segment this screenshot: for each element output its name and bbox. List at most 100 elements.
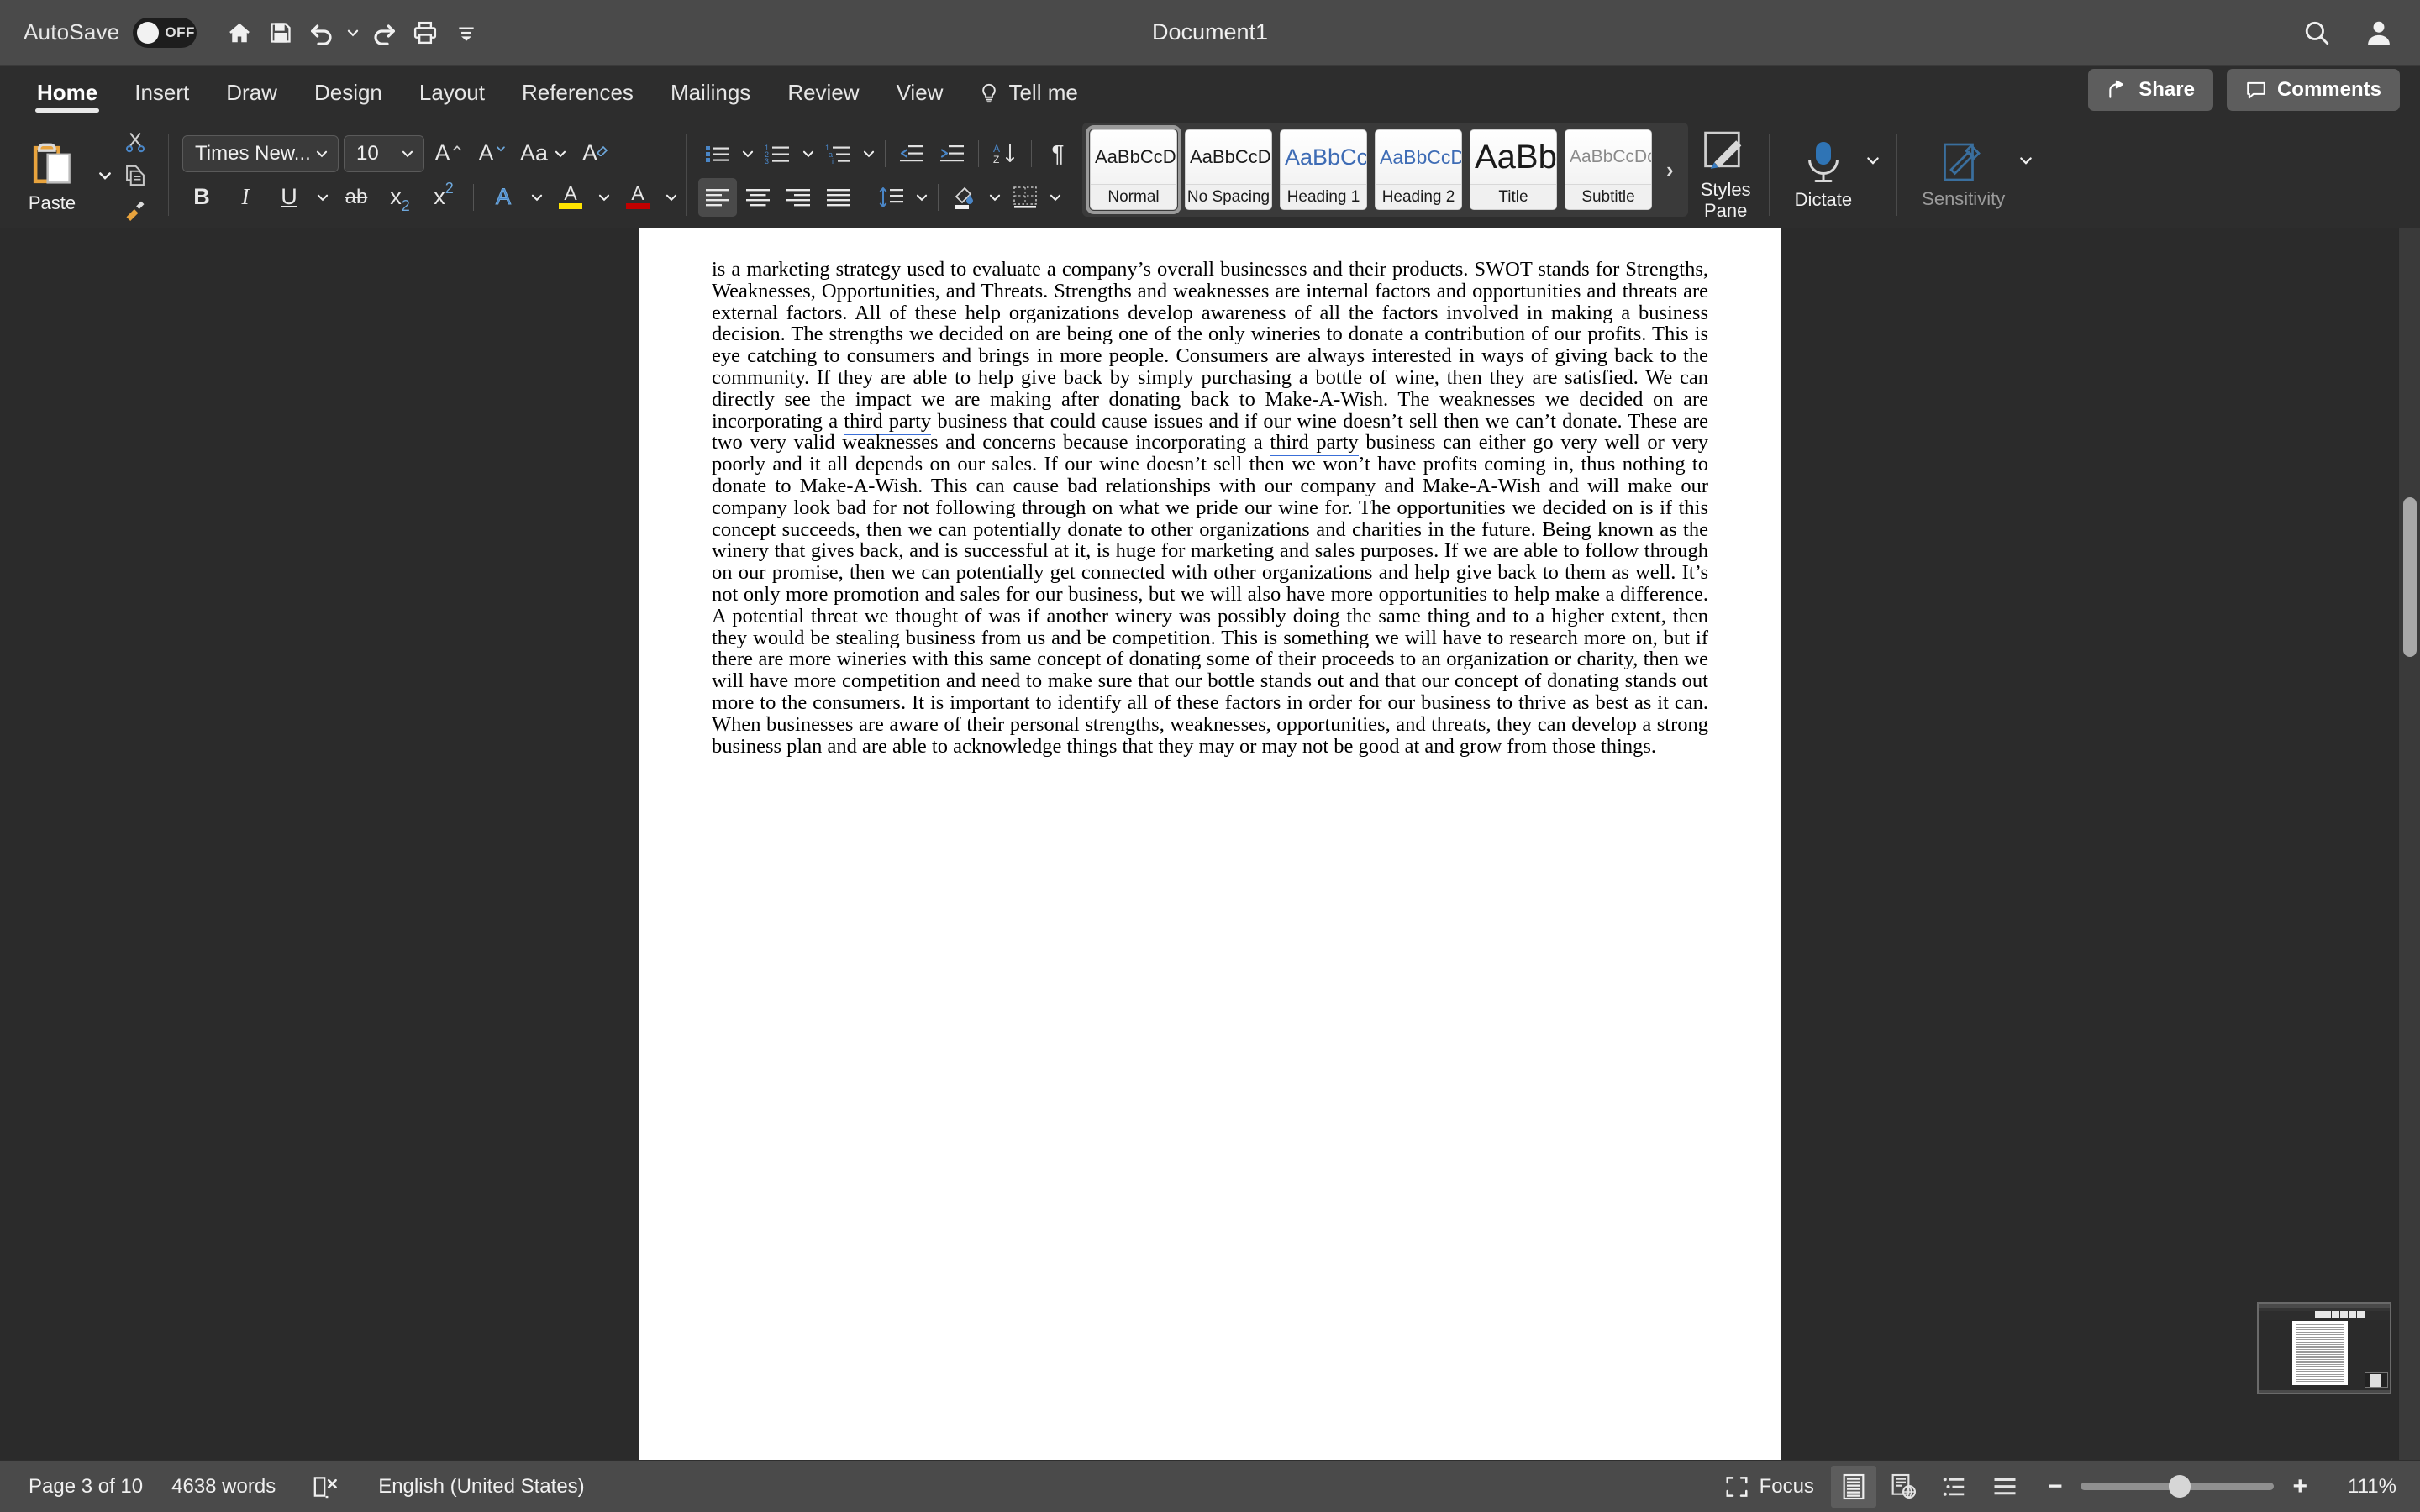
print-layout-icon[interactable] [1830, 1465, 1876, 1508]
zoom-in-button[interactable]: + [2287, 1473, 2312, 1501]
style-card-title[interactable]: AaBbC Title [1470, 129, 1557, 210]
scissors-icon[interactable] [116, 126, 155, 158]
save-icon[interactable] [261, 13, 300, 52]
align-left-icon[interactable] [698, 177, 737, 217]
text-effects-button[interactable]: A [484, 178, 523, 217]
comments-button[interactable]: Comments [2226, 69, 2400, 111]
tab-insert[interactable]: Insert [116, 80, 208, 118]
copy-icon[interactable] [116, 160, 155, 192]
redo-icon[interactable] [365, 13, 403, 52]
pilcrow-icon[interactable]: ¶ [1039, 134, 1077, 173]
underline-button[interactable]: U [270, 178, 308, 217]
document-page[interactable]: is a marketing strategy used to evaluate… [639, 228, 1781, 1460]
styles-gallery-more-icon[interactable]: › [1660, 157, 1681, 183]
autosave-toggle[interactable]: OFF [133, 17, 197, 48]
share-button[interactable]: Share [2088, 69, 2213, 111]
print-icon[interactable] [406, 13, 445, 52]
sensitivity-dropdown-icon[interactable] [2017, 141, 2035, 180]
word-count[interactable]: 4638 words [171, 1475, 276, 1499]
bold-button[interactable]: B [182, 178, 221, 217]
subscript-button[interactable]: x2 [381, 178, 419, 217]
text-effects-dropdown-icon[interactable] [528, 178, 546, 217]
proofing-errors-icon[interactable] [304, 1466, 350, 1508]
zoom-slider-track[interactable] [2081, 1475, 2275, 1498]
decrease-indent-icon[interactable] [892, 134, 931, 173]
font-color-button[interactable]: A [618, 178, 657, 217]
customize-quick-access-icon[interactable] [447, 13, 486, 52]
style-card-heading-2[interactable]: AaBbCcDdE Heading 2 [1375, 129, 1462, 210]
paste-button[interactable]: Paste [8, 137, 96, 214]
screenshot-thumbnail[interactable] [2257, 1302, 2391, 1394]
draft-view-icon[interactable] [1982, 1466, 2028, 1508]
vertical-scrollbar[interactable] [2398, 228, 2420, 1460]
styles-pane-button[interactable]: Styles Pane [1688, 123, 1764, 228]
zoom-out-button[interactable]: − [2043, 1473, 2068, 1501]
font-color-dropdown-icon[interactable] [662, 178, 681, 217]
search-icon[interactable] [2296, 12, 2338, 54]
web-layout-icon[interactable] [1881, 1466, 1927, 1508]
line-spacing-dropdown-icon[interactable] [913, 178, 931, 217]
underline-dropdown-icon[interactable] [313, 178, 332, 217]
vertical-scrollbar-thumb[interactable] [2403, 497, 2417, 657]
style-card-no-spacing[interactable]: AaBbCcDdEe No Spacing [1185, 129, 1272, 210]
zoom-level[interactable]: 111% [2326, 1475, 2396, 1499]
style-card-normal[interactable]: AaBbCcDdEe Normal [1086, 125, 1181, 214]
document-body-text[interactable]: is a marketing strategy used to evaluate… [639, 228, 1781, 757]
grow-font-button[interactable]: A [429, 134, 468, 173]
line-spacing-icon[interactable] [872, 178, 911, 217]
tab-view[interactable]: View [878, 80, 962, 118]
language-indicator[interactable]: English (United States) [378, 1475, 584, 1499]
align-right-icon[interactable] [779, 178, 818, 217]
account-icon[interactable] [2358, 12, 2400, 54]
increase-indent-icon[interactable] [933, 134, 971, 173]
bullets-dropdown-icon[interactable] [739, 134, 757, 173]
highlight-dropdown-icon[interactable] [595, 178, 613, 217]
numbered-list-icon[interactable]: 123 [759, 134, 797, 173]
style-card-subtitle[interactable]: AaBbCcDdEe Subtitle [1565, 129, 1652, 210]
shading-icon[interactable] [945, 178, 984, 217]
numbering-dropdown-icon[interactable] [799, 134, 818, 173]
undo-dropdown-icon[interactable] [344, 13, 362, 52]
italic-button[interactable]: I [226, 178, 265, 217]
tab-review[interactable]: Review [769, 80, 877, 118]
ribbon-group-font: Times New... 10 A A Aa A B I U ab x 2 x … [174, 123, 681, 228]
tab-layout[interactable]: Layout [401, 80, 503, 118]
strikethrough-button[interactable]: ab [337, 178, 376, 217]
multilevel-list-icon[interactable]: 1ai [819, 134, 858, 173]
focus-mode-button[interactable]: Focus [1712, 1474, 1826, 1499]
outline-view-icon[interactable] [1932, 1466, 1977, 1508]
dictate-button[interactable]: Dictate [1783, 139, 1864, 210]
page-indicator[interactable]: Page 3 of 10 [29, 1475, 143, 1499]
bulleted-list-icon[interactable] [698, 134, 737, 173]
style-preview: AaBbC [1470, 130, 1556, 184]
home-icon[interactable] [220, 13, 259, 52]
borders-icon[interactable] [1006, 178, 1044, 217]
tell-me-button[interactable]: Tell me [961, 80, 1094, 118]
borders-dropdown-icon[interactable] [1046, 178, 1065, 217]
justify-icon[interactable] [819, 178, 858, 217]
tab-home[interactable]: Home [18, 80, 116, 118]
tab-references[interactable]: References [503, 80, 652, 118]
style-card-heading-1[interactable]: AaBbCcDc Heading 1 [1280, 129, 1367, 210]
superscript-button[interactable]: x2 [424, 178, 463, 217]
paste-dropdown-icon[interactable] [96, 156, 114, 195]
tab-design[interactable]: Design [296, 80, 401, 118]
font-size-combo[interactable]: 10 [344, 134, 424, 172]
shrink-font-button[interactable]: A [473, 134, 512, 173]
dictate-dropdown-icon[interactable] [1864, 141, 1882, 180]
undo-icon[interactable] [302, 13, 341, 52]
clear-formatting-button[interactable]: A [576, 134, 615, 173]
tab-draw[interactable]: Draw [208, 80, 296, 118]
tab-mailings[interactable]: Mailings [652, 80, 769, 118]
font-name-combo[interactable]: Times New... [182, 134, 339, 172]
sort-az-icon[interactable]: AZ [986, 134, 1024, 173]
align-center-icon[interactable] [739, 178, 777, 217]
multilevel-dropdown-icon[interactable] [860, 134, 878, 173]
zoom-slider-knob[interactable] [2169, 1475, 2191, 1498]
format-painter-icon[interactable] [116, 193, 155, 225]
shading-dropdown-icon[interactable] [986, 178, 1004, 217]
styles-pane-icon [1703, 131, 1741, 169]
change-case-button[interactable]: Aa [517, 134, 571, 173]
sensitivity-button[interactable]: Sensitivity [1910, 140, 2017, 209]
highlight-button[interactable]: A [551, 178, 590, 217]
